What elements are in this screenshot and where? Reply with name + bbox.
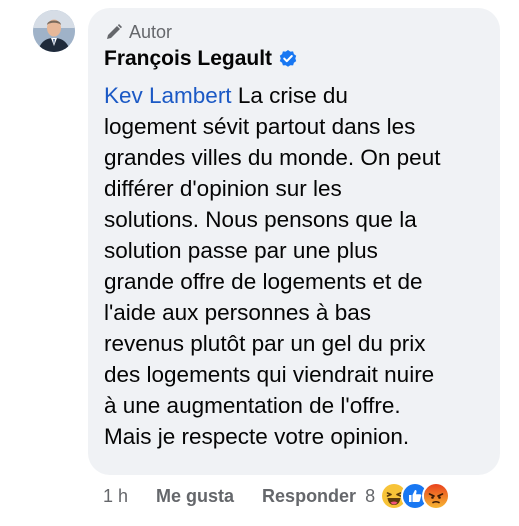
reply-button[interactable]: Responder	[262, 486, 356, 507]
comment-line: La crise du	[231, 83, 348, 108]
verified-badge-icon	[278, 49, 298, 69]
mention-link[interactable]: Kev Lambert	[104, 83, 232, 108]
author-row: François Legault	[104, 46, 298, 72]
comment-line: à une augmentation de l'offre.	[104, 393, 401, 418]
comment-line: revenus plutôt par un gel du prix	[104, 331, 426, 356]
angry-icon	[422, 482, 451, 510]
comment-line: logement sévit partout dans les	[104, 114, 416, 139]
like-button[interactable]: Me gusta	[156, 486, 234, 507]
reaction-count[interactable]: 8	[365, 486, 375, 507]
comment-actions: 1 h Me gusta Responder 8	[103, 482, 451, 510]
comment-line: solutions. Nous pensons que la	[104, 207, 417, 232]
author-badge-label: Autor	[129, 22, 173, 42]
comment-bubble: Autor François Legault Kev Lambert La cr…	[88, 8, 500, 475]
comment-line: différer d'opinion sur les	[104, 176, 342, 201]
comment-line: solution passe par une plus	[104, 238, 378, 263]
comment-line: grande offre de logements et de	[104, 269, 423, 294]
comment-line: grandes villes du monde. On peut	[104, 145, 441, 170]
author-badge: Autor	[105, 22, 172, 42]
comment-text: Kev Lambert La crise du logement sévit p…	[104, 80, 492, 452]
timestamp-link[interactable]: 1 h	[103, 486, 128, 507]
comment-thread: Autor François Legault Kev Lambert La cr…	[0, 0, 519, 526]
reaction-summary[interactable]	[380, 482, 451, 510]
avatar-image	[33, 10, 75, 52]
comment-line: l'aide aux personnes à bas	[104, 300, 371, 325]
author-name[interactable]: François Legault	[104, 46, 272, 72]
pen-icon	[105, 23, 123, 41]
avatar[interactable]	[33, 10, 75, 52]
comment-line: des logements qui viendrait nuire	[104, 362, 435, 387]
comment-line: Mais je respecte votre opinion.	[104, 424, 410, 449]
